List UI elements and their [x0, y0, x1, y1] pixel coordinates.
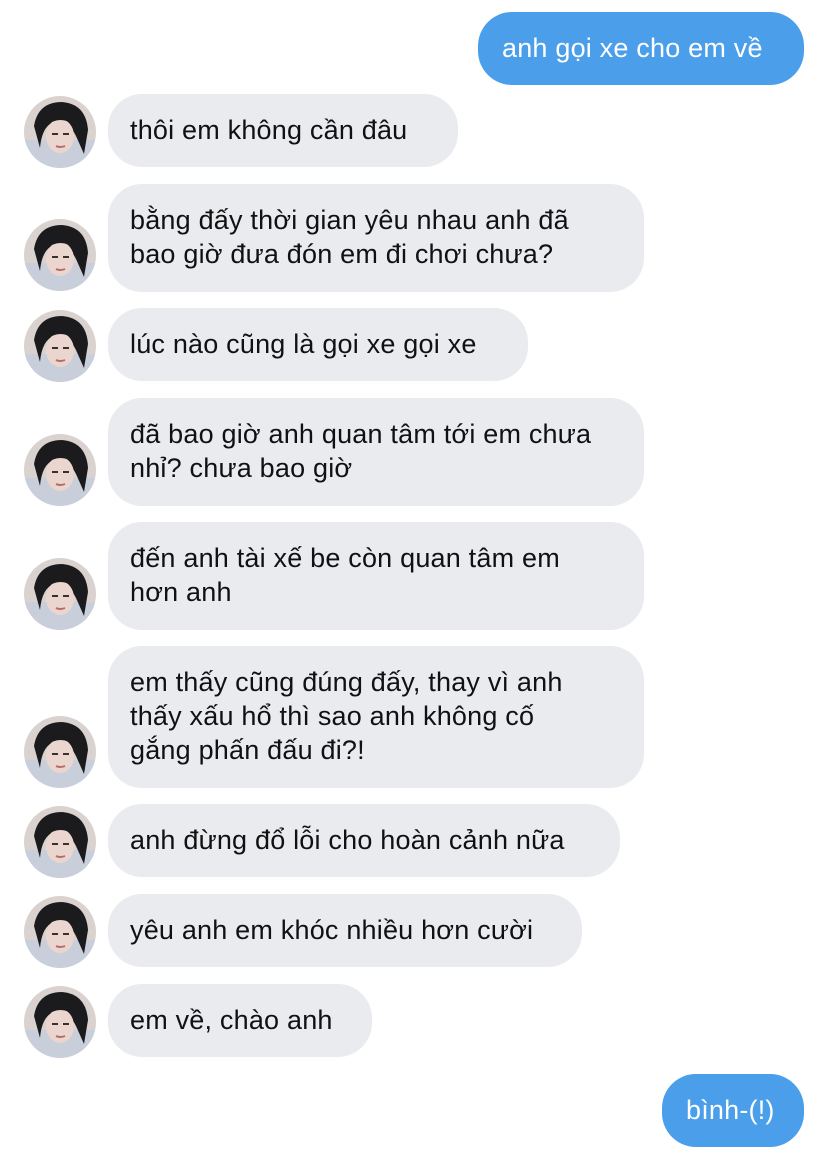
- incoming-message-bubble[interactable]: anh đừng đổ lỗi cho hoàn cảnh nữa: [108, 804, 620, 877]
- incoming-message-bubble[interactable]: bằng đấy thời gian yêu nhau anh đã bao g…: [108, 184, 644, 292]
- avatar-portrait-icon: [24, 896, 96, 968]
- contact-avatar[interactable]: [24, 558, 96, 630]
- incoming-message-bubble[interactable]: đã bao giờ anh quan tâm tới em chưa nhỉ?…: [108, 398, 644, 506]
- avatar-portrait-icon: [24, 986, 96, 1058]
- outgoing-message-bubble[interactable]: bình-(!): [662, 1074, 804, 1147]
- contact-avatar[interactable]: [24, 986, 96, 1058]
- incoming-message-bubble[interactable]: lúc nào cũng là gọi xe gọi xe: [108, 308, 528, 381]
- incoming-message-bubble[interactable]: thôi em không cần đâu: [108, 94, 458, 167]
- contact-avatar[interactable]: [24, 434, 96, 506]
- avatar-portrait-icon: [24, 219, 96, 291]
- contact-avatar[interactable]: [24, 896, 96, 968]
- incoming-message-bubble[interactable]: đến anh tài xế be còn quan tâm em hơn an…: [108, 522, 644, 630]
- avatar-portrait-icon: [24, 96, 96, 168]
- avatar-portrait-icon: [24, 716, 96, 788]
- avatar-portrait-icon: [24, 310, 96, 382]
- incoming-message-bubble[interactable]: yêu anh em khóc nhiều hơn cười: [108, 894, 582, 967]
- contact-avatar[interactable]: [24, 806, 96, 878]
- incoming-message-bubble[interactable]: em về, chào anh: [108, 984, 372, 1057]
- avatar-portrait-icon: [24, 434, 96, 506]
- contact-avatar[interactable]: [24, 96, 96, 168]
- outgoing-message-bubble[interactable]: anh gọi xe cho em về: [478, 12, 804, 85]
- contact-avatar[interactable]: [24, 716, 96, 788]
- avatar-portrait-icon: [24, 558, 96, 630]
- contact-avatar[interactable]: [24, 310, 96, 382]
- incoming-message-bubble[interactable]: em thấy cũng đúng đấy, thay vì anh thấy …: [108, 646, 644, 788]
- contact-avatar[interactable]: [24, 219, 96, 291]
- avatar-portrait-icon: [24, 806, 96, 878]
